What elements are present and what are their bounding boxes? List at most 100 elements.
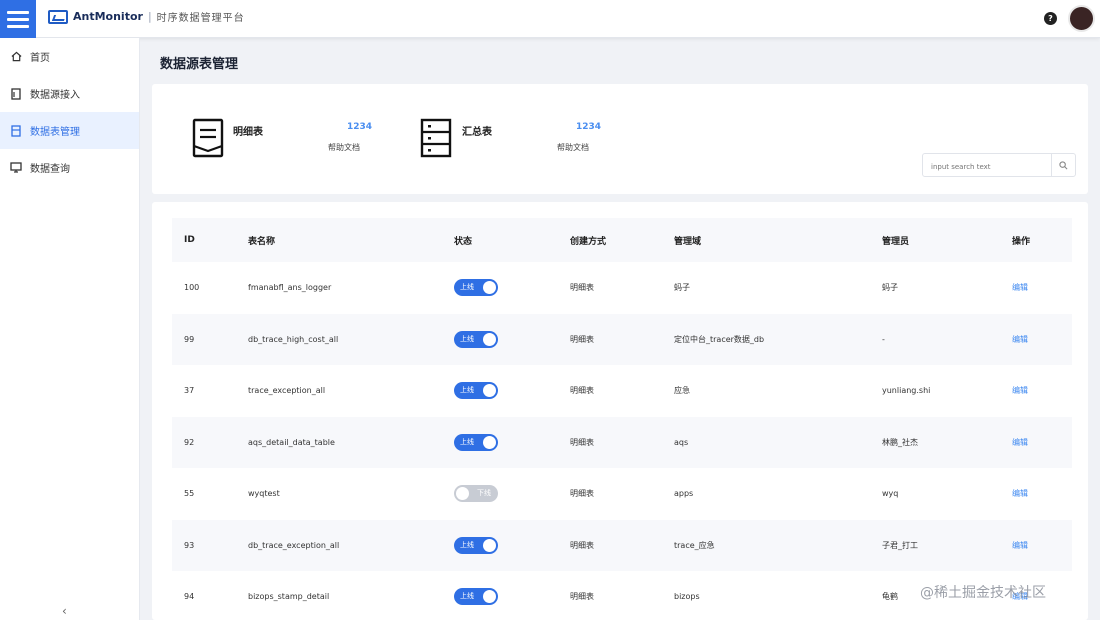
status-toggle[interactable]: 上线 xyxy=(454,382,498,399)
sidebar-item-label: 数据源接入 xyxy=(30,90,80,101)
row-create-method: 明细表 xyxy=(570,592,594,601)
row-domain: 应急 xyxy=(674,386,690,395)
column-header-method: 创建方式 xyxy=(570,236,607,247)
sidebar-collapse-icon[interactable]: ‹ xyxy=(62,604,67,618)
table-row: 37 trace_exception_all 上线 明细表 应急 yunliang.shi… xyxy=(172,365,1072,416)
row-table-name: wyqtest xyxy=(248,489,280,498)
summary-card: 明细表 1234 帮助文档 汇总表 1234 帮助文档 xyxy=(152,84,1088,194)
row-table-name: fmanabfl_ans_logger xyxy=(248,283,332,292)
row-table-name: bizops_stamp_detail xyxy=(248,592,330,601)
row-id: 93 xyxy=(184,540,195,550)
sidebar-item-query[interactable]: 数据查询 xyxy=(0,149,139,186)
table-row: 100 fmanabfl_ans_logger 上线 明细表 蚂子 蚂子 编辑 xyxy=(172,262,1072,313)
sidebar-item-home[interactable]: 首页 xyxy=(0,38,139,75)
row-status: 上线 xyxy=(454,417,554,468)
row-create-method: 明细表 xyxy=(570,334,594,344)
row-create-method: 明细表 xyxy=(570,540,594,550)
row-owner: - xyxy=(882,334,885,344)
row-id: 55 xyxy=(184,489,195,498)
server-rack-icon xyxy=(420,118,452,158)
row-owner: yunliang.shi xyxy=(882,386,931,395)
row-domain: 蚂子 xyxy=(674,283,690,292)
status-toggle[interactable]: 上线 xyxy=(454,536,498,554)
status-toggle[interactable]: 上线 xyxy=(454,279,498,296)
row-create-method: 明细表 xyxy=(570,437,594,447)
column-header-id: ID xyxy=(184,235,195,245)
home-icon xyxy=(10,51,22,63)
sidebar: 首页 数据源接入 数据表管理 数据查询 ‹ xyxy=(0,38,140,620)
hamburger-menu-icon[interactable] xyxy=(0,0,36,38)
sidebar-item-label: 首页 xyxy=(30,53,50,64)
table-row: 55 wyqtest 下线 明细表 apps wyq 编辑 xyxy=(172,468,1072,519)
row-create-method: 明细表 xyxy=(570,489,594,498)
watermark: @稀土掘金技术社区 xyxy=(920,585,1046,601)
column-header-owner: 管理员 xyxy=(882,236,910,247)
help-doc-link[interactable]: 帮助文档 xyxy=(557,142,589,153)
stat-summary-table: 汇总表 1234 帮助文档 xyxy=(412,84,712,194)
page-title: 数据源表管理 xyxy=(160,57,239,72)
status-toggle-label: 上线 xyxy=(460,334,474,343)
status-toggle-label: 上线 xyxy=(460,592,474,600)
sidebar-item-datasource[interactable]: 数据源接入 xyxy=(0,75,139,112)
stat-label: 汇总表 xyxy=(462,127,492,138)
app-name: AntMonitor xyxy=(73,10,143,23)
status-toggle-label: 上线 xyxy=(460,283,474,291)
stat-value: 1234 xyxy=(576,122,602,132)
logo-separator: | xyxy=(147,10,152,23)
search-box xyxy=(922,153,1076,178)
search-input[interactable] xyxy=(923,156,1047,178)
edit-link[interactable]: 编辑 xyxy=(1012,417,1062,468)
row-table-name: db_trace_exception_all xyxy=(248,540,340,550)
toggle-knob xyxy=(483,384,496,397)
edit-link[interactable]: 编辑 xyxy=(1012,468,1062,519)
search-button[interactable] xyxy=(1051,154,1075,176)
row-status: 下线 xyxy=(454,468,554,519)
edit-link[interactable]: 编辑 xyxy=(1012,365,1062,416)
doc-icon xyxy=(10,87,22,100)
status-toggle-label: 上线 xyxy=(460,540,474,549)
row-id: 37 xyxy=(184,386,195,395)
edit-link[interactable]: 编辑 xyxy=(1012,262,1062,313)
help-icon[interactable]: ? xyxy=(1044,12,1057,25)
row-status: 上线 xyxy=(454,314,554,365)
status-toggle[interactable]: 下线 xyxy=(454,485,498,502)
status-toggle[interactable]: 上线 xyxy=(454,588,498,605)
row-domain: apps xyxy=(674,489,694,498)
row-create-method: 明细表 xyxy=(570,386,594,395)
edit-link[interactable]: 编辑 xyxy=(1012,520,1062,571)
column-header-name: 表名称 xyxy=(248,236,276,247)
logo-mark-icon xyxy=(48,9,68,24)
status-toggle-label: 下线 xyxy=(477,489,491,497)
document-list-icon xyxy=(192,118,224,158)
table-row: 99 db_trace_high_cost_all 上线 明细表 定位中台_tracer… xyxy=(172,313,1072,365)
avatar[interactable] xyxy=(1068,5,1095,32)
row-owner: 蚂子 xyxy=(882,283,898,292)
app-logo[interactable]: AntMonitor | 时序数据管理平台 xyxy=(48,9,245,24)
toggle-knob xyxy=(483,538,496,552)
table-row: 92 aqs_detail_data_table 上线 明细表 aqs 林鹏_社杰 编辑 xyxy=(172,416,1072,468)
toggle-knob xyxy=(483,332,496,346)
toggle-knob xyxy=(483,435,496,449)
row-domain: aqs xyxy=(674,437,689,447)
monitor-icon xyxy=(10,162,22,174)
edit-link[interactable]: 编辑 xyxy=(1012,314,1062,365)
row-id: 94 xyxy=(184,592,195,601)
row-status: 上线 xyxy=(454,262,554,313)
row-owner: 林鹏_社杰 xyxy=(882,437,918,447)
stat-label: 明细表 xyxy=(233,127,263,138)
row-table-name: db_trace_high_cost_all xyxy=(248,334,339,344)
row-status: 上线 xyxy=(454,365,554,416)
status-toggle[interactable]: 上线 xyxy=(454,433,498,451)
row-id: 92 xyxy=(184,437,195,447)
top-bar: AntMonitor | 时序数据管理平台 ? xyxy=(0,0,1100,38)
sidebar-item-table-management[interactable]: 数据表管理 xyxy=(0,112,139,149)
row-domain: 定位中台_tracer数据_db xyxy=(674,334,765,344)
row-id: 99 xyxy=(184,334,195,344)
column-header-status: 状态 xyxy=(454,236,473,247)
stat-value: 1234 xyxy=(347,122,373,132)
row-status: 上线 xyxy=(454,571,554,620)
row-create-method: 明细表 xyxy=(570,283,594,292)
status-toggle[interactable]: 上线 xyxy=(454,330,498,348)
sidebar-item-label: 数据表管理 xyxy=(30,127,80,138)
help-doc-link[interactable]: 帮助文档 xyxy=(328,142,360,153)
